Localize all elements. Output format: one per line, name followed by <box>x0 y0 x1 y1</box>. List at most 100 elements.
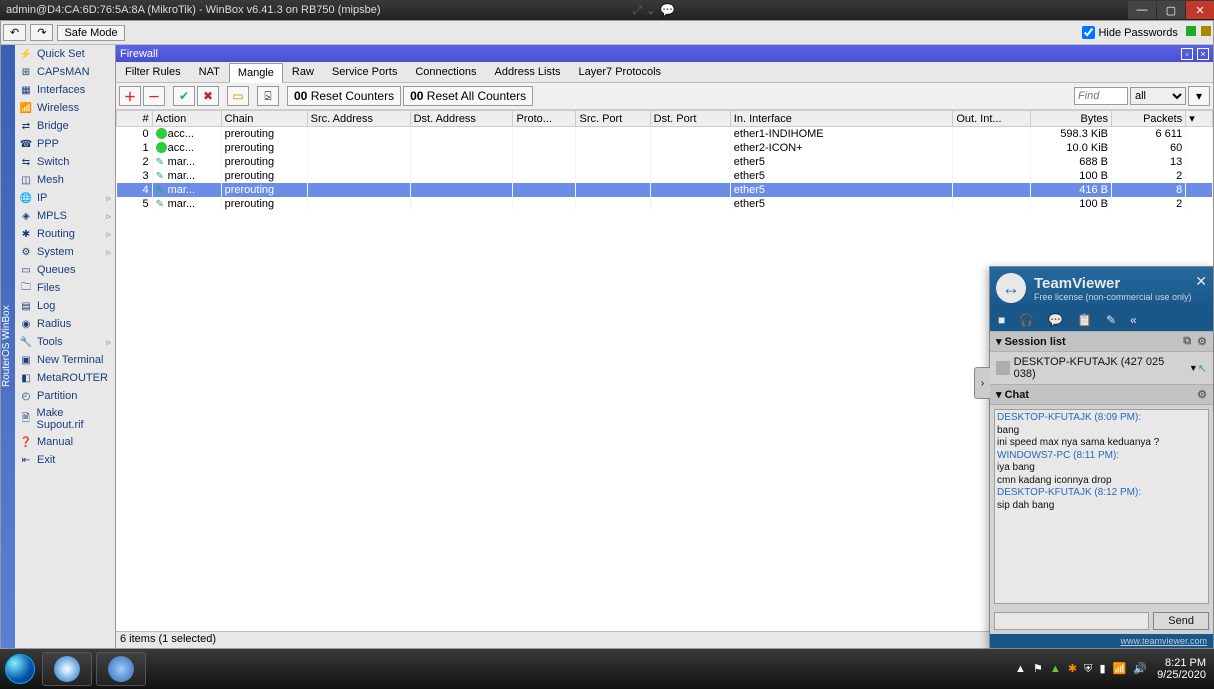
enable-button[interactable]: ✔ <box>173 86 195 106</box>
session-row[interactable]: DESKTOP-KFUTAJK (427 025 038) ▼ ↖ <box>990 352 1213 384</box>
maximize-button[interactable]: ▢ <box>1157 1 1185 19</box>
sidebar-item-make-supout.rif[interactable]: 🗎Make Supout.rif <box>15 405 115 433</box>
col-action[interactable]: Action <box>152 111 221 127</box>
table-row[interactable]: 0acc...preroutingether1-INDIHOME598.3 Ki… <box>117 127 1213 141</box>
add-button[interactable]: ＋ <box>119 86 141 106</box>
sidebar-item-bridge[interactable]: ⇄Bridge <box>15 117 115 135</box>
col-proto-[interactable]: Proto... <box>513 111 576 127</box>
sidebar-item-interfaces[interactable]: ▦Interfaces <box>15 81 115 99</box>
expand-icon[interactable]: ⤢ <box>632 3 642 18</box>
sidebar-item-exit[interactable]: ⇤Exit <box>15 451 115 469</box>
redo-button[interactable]: ↷ <box>30 24 53 41</box>
col-src-port[interactable]: Src. Port <box>576 111 650 127</box>
sidebar-item-ppp[interactable]: ☎PPP <box>15 135 115 153</box>
table-row[interactable]: 2mar...preroutingether5688 B13 <box>117 155 1213 169</box>
headset-icon[interactable]: 🎧 <box>1019 313 1034 327</box>
gear-icon[interactable]: ⚙ <box>1197 335 1207 348</box>
session-list-header[interactable]: ▾ Session list ⧉⚙ <box>990 331 1213 352</box>
table-row[interactable]: 5mar...preroutingether5100 B2 <box>117 197 1213 211</box>
video-icon[interactable]: ■ <box>998 313 1005 327</box>
find-input[interactable] <box>1074 87 1128 105</box>
minimize-button[interactable]: — <box>1128 1 1156 19</box>
sidebar-item-files[interactable]: 🗀Files <box>15 279 115 297</box>
gear-icon[interactable]: ⚙ <box>1197 388 1207 401</box>
sidebar-item-log[interactable]: ▤Log <box>15 297 115 315</box>
sidebar-item-quick-set[interactable]: ⚡Quick Set <box>15 45 115 63</box>
cursor-icon[interactable]: ↖ <box>1198 362 1207 375</box>
col-packets[interactable]: Packets <box>1112 111 1186 127</box>
sidebar-item-mpls[interactable]: ◈MPLS▹ <box>15 207 115 225</box>
close-button[interactable]: ✕ <box>1186 1 1214 19</box>
tab-filter-rules[interactable]: Filter Rules <box>116 62 190 82</box>
sidebar-item-switch[interactable]: ⇆Switch <box>15 153 115 171</box>
tray-icons[interactable]: ▲ ⚑ ▲ ✱ ⛨ ▮ 📶 🔊 <box>1013 662 1149 676</box>
table-row[interactable]: 4mar...preroutingether5416 B8 <box>117 183 1213 197</box>
sidebar-item-tools[interactable]: 🔧Tools▹ <box>15 333 115 351</box>
files-icon[interactable]: 📋 <box>1077 313 1092 327</box>
chevron-down-icon[interactable]: ▼ <box>1189 363 1198 373</box>
col-dst-port[interactable]: Dst. Port <box>650 111 730 127</box>
col-dst-address[interactable]: Dst. Address <box>410 111 513 127</box>
col-src-address[interactable]: Src. Address <box>307 111 410 127</box>
tab-service-ports[interactable]: Service Ports <box>323 62 406 82</box>
sidebar-item-manual[interactable]: ❓Manual <box>15 433 115 451</box>
scope-select[interactable]: all <box>1130 87 1186 105</box>
sidebar-item-queues[interactable]: ▭Queues <box>15 261 115 279</box>
sidebar-item-partition[interactable]: ◴Partition <box>15 387 115 405</box>
col-chain[interactable]: Chain <box>221 111 307 127</box>
sidebar-item-wireless[interactable]: 📶Wireless <box>15 99 115 117</box>
reset-all-counters-button[interactable]: 00 Reset All Counters <box>403 86 533 106</box>
start-button[interactable] <box>0 649 40 689</box>
dropdown-button[interactable]: ▾ <box>1188 86 1210 106</box>
filter-button[interactable]: ⍄ <box>257 86 279 106</box>
disable-button[interactable]: ✖ <box>197 86 219 106</box>
col-out-int-[interactable]: Out. Int... <box>953 111 1031 127</box>
collapse-icon[interactable]: « <box>1130 313 1137 327</box>
chat-icon[interactable]: 💬 <box>1048 313 1063 327</box>
comment-button[interactable]: ▭ <box>227 86 249 106</box>
sidebar-item-system[interactable]: ⚙System▹ <box>15 243 115 261</box>
tab-mangle[interactable]: Mangle <box>229 63 283 83</box>
whiteboard-icon[interactable]: ✎ <box>1106 313 1116 327</box>
col-bytes[interactable]: Bytes <box>1030 111 1111 127</box>
down-icon[interactable]: ⌄ <box>646 3 656 18</box>
reset-counters-button[interactable]: 00 Reset Counters <box>287 86 401 106</box>
sidebar-item-new-terminal[interactable]: ▣New Terminal <box>15 351 115 369</box>
table-row[interactable]: 3mar...preroutingether5100 B2 <box>117 169 1213 183</box>
tab-raw[interactable]: Raw <box>283 62 323 82</box>
sidebar-item-metarouter[interactable]: ◧MetaROUTER <box>15 369 115 387</box>
tv-close-button[interactable]: ✕ <box>1195 273 1207 290</box>
chat-input[interactable] <box>994 612 1149 630</box>
column-menu-button[interactable]: ▾ <box>1186 111 1213 127</box>
remove-button[interactable]: － <box>143 86 165 106</box>
chat-icon[interactable]: 💬 <box>660 3 675 18</box>
sidebar-item-ip[interactable]: 🌐IP▹ <box>15 189 115 207</box>
tv-collapse-tab[interactable]: › <box>974 367 990 399</box>
safe-mode-button[interactable]: Safe Mode <box>57 25 124 41</box>
tab-address-lists[interactable]: Address Lists <box>485 62 569 82</box>
tab-connections[interactable]: Connections <box>406 62 485 82</box>
sidebar-item-radius[interactable]: ◉Radius <box>15 315 115 333</box>
popout-icon[interactable]: ⧉ <box>1183 335 1191 348</box>
table-row[interactable]: 1acc...preroutingether2-ICON+10.0 KiB60 <box>117 141 1213 155</box>
fw-close-icon[interactable]: × <box>1197 48 1209 60</box>
sidebar-item-label: PPP <box>37 138 59 150</box>
sidebar-item-capsman[interactable]: ⊞CAPsMAN <box>15 63 115 81</box>
hide-passwords-input[interactable] <box>1082 26 1095 39</box>
taskbar-winbox[interactable] <box>96 652 146 686</box>
col--[interactable]: # <box>117 111 153 127</box>
taskbar-clock[interactable]: 8:21 PM 9/25/2020 <box>1157 657 1206 681</box>
tab-layer7-protocols[interactable]: Layer7 Protocols <box>570 62 671 82</box>
fw-min-icon[interactable]: ▫ <box>1181 48 1193 60</box>
col-in-interface[interactable]: In. Interface <box>730 111 953 127</box>
sidebar-item-routing[interactable]: ✱Routing▹ <box>15 225 115 243</box>
undo-button[interactable]: ↶ <box>3 24 26 41</box>
tab-nat[interactable]: NAT <box>190 62 229 82</box>
hide-passwords-checkbox[interactable]: Hide Passwords <box>1082 26 1177 39</box>
chat-header[interactable]: ▾ Chat ⚙ <box>990 384 1213 405</box>
taskbar-teamviewer[interactable] <box>42 652 92 686</box>
send-button[interactable]: Send <box>1153 612 1209 630</box>
sidebar-item-mesh[interactable]: ◫Mesh <box>15 171 115 189</box>
tv-footer-link[interactable]: www.teamviewer.com <box>990 634 1213 648</box>
chat-log[interactable]: DESKTOP-KFUTAJK (8:09 PM):bangini speed … <box>994 409 1209 604</box>
